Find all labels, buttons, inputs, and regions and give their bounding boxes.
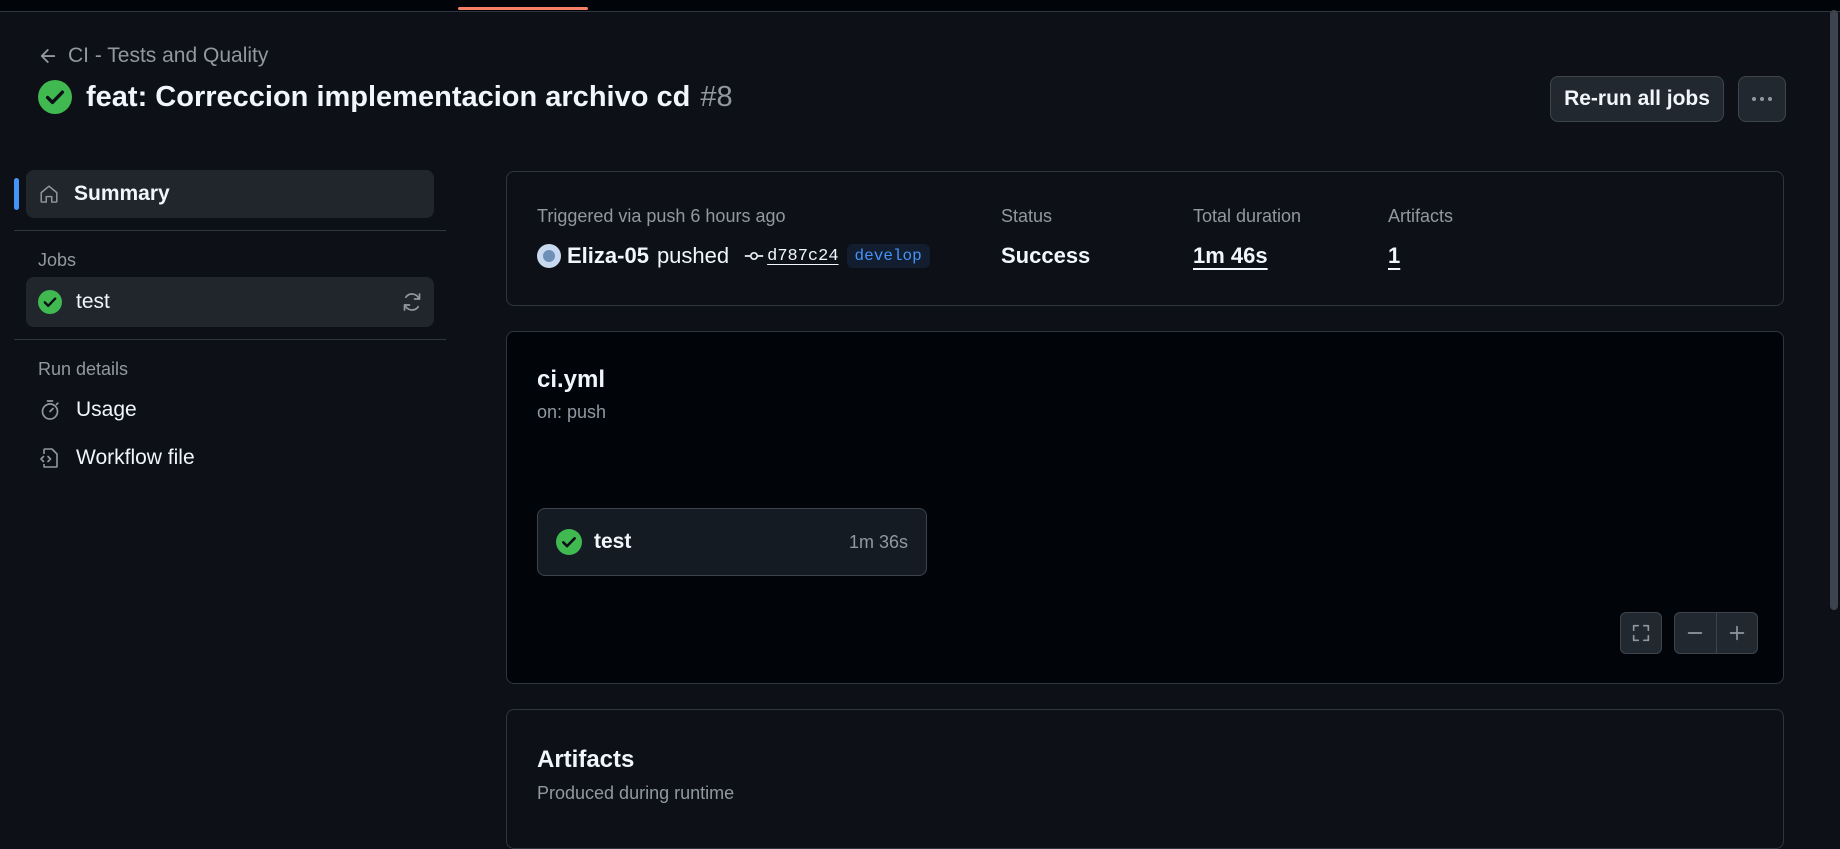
sidebar-item-label: Usage	[76, 398, 137, 421]
success-check-icon	[556, 529, 582, 555]
artifacts-subtitle: Produced during runtime	[537, 783, 735, 803]
sidebar: Summary Jobs test Run details Usage Work…	[14, 170, 446, 482]
trigger-text: Triggered via push 6 hours ago	[537, 206, 786, 226]
page-title: feat: Correccion implementacion archivo …	[86, 81, 733, 114]
duration-info: Total duration 1m 46s	[1193, 206, 1301, 269]
page-scrollbar[interactable]	[1830, 10, 1838, 610]
workflow-trigger: on: push	[537, 402, 607, 422]
actor-link[interactable]: Eliza-05	[567, 243, 649, 269]
status-value: Success	[1001, 243, 1091, 268]
home-icon	[40, 185, 58, 203]
zoom-controls	[1674, 612, 1758, 654]
back-link-label: CI - Tests and Quality	[68, 44, 269, 67]
divider	[14, 230, 446, 231]
success-check-icon	[38, 80, 72, 114]
action-text: pushed	[656, 243, 730, 268]
fullscreen-icon	[1632, 624, 1650, 642]
rerun-all-jobs-button[interactable]: Re-run all jobs	[1550, 76, 1724, 122]
workflow-file-name: ci.yml	[537, 366, 606, 393]
top-nav-bar	[0, 0, 1840, 12]
duration-link[interactable]: 1m 46s	[1193, 243, 1301, 269]
run-title-text: feat: Correccion implementacion archivo …	[86, 80, 691, 113]
sidebar-item-workflow-file[interactable]: Workflow file	[14, 434, 446, 482]
sidebar-item-usage[interactable]: Usage	[14, 386, 446, 434]
file-code-icon	[40, 448, 58, 468]
arrow-left-icon	[40, 49, 56, 63]
back-to-workflow-link[interactable]: CI - Tests and Quality	[38, 44, 268, 68]
status-info: Status Success	[1001, 206, 1090, 269]
zoom-out-button[interactable]	[1675, 613, 1717, 653]
artifacts-title: Artifacts	[537, 746, 635, 773]
artifacts-card: Artifacts Produced during runtime	[506, 709, 1784, 849]
divider	[14, 339, 446, 340]
jobs-heading: Jobs	[38, 249, 77, 270]
sidebar-item-summary[interactable]: Summary	[14, 170, 434, 218]
active-tab-underline	[458, 7, 588, 10]
job-label: test	[76, 290, 110, 313]
artifacts-label: Artifacts	[1388, 206, 1454, 226]
zoom-in-button[interactable]	[1717, 613, 1758, 653]
fullscreen-button[interactable]	[1620, 612, 1662, 654]
run-title-row: feat: Correccion implementacion archivo …	[38, 80, 733, 114]
trigger-info: Triggered via push 6 hours ago Eliza-05 …	[537, 206, 930, 269]
minus-icon	[1688, 632, 1703, 634]
workflow-graph-card: ci.yml on: push test 1m 36s	[506, 331, 1784, 684]
artifacts-count-link[interactable]: 1	[1388, 243, 1453, 269]
sidebar-item-label: Workflow file	[76, 446, 195, 469]
git-commit-icon	[744, 251, 764, 261]
run-number: #8	[700, 80, 733, 113]
kebab-horizontal-icon	[1752, 97, 1772, 101]
graph-job-node[interactable]: test 1m 36s	[537, 508, 927, 576]
success-check-icon	[38, 290, 62, 314]
sync-icon[interactable]	[400, 290, 424, 314]
trigger-details: Eliza-05 pushed d787c24 develop	[537, 243, 930, 269]
status-label: Status	[1001, 206, 1053, 226]
selected-indicator	[14, 178, 19, 210]
run-summary-card: Triggered via push 6 hours ago Eliza-05 …	[506, 171, 1784, 306]
run-details-heading: Run details	[38, 358, 129, 379]
plus-icon	[1729, 625, 1744, 641]
sidebar-item-label: Summary	[74, 182, 170, 205]
sidebar-job-test[interactable]: test	[26, 277, 434, 327]
branch-badge[interactable]: develop	[846, 244, 930, 268]
artifacts-info: Artifacts 1	[1388, 206, 1453, 269]
duration-label: Total duration	[1193, 206, 1302, 226]
stopwatch-icon	[41, 400, 59, 420]
graph-job-duration: 1m 36s	[848, 531, 908, 552]
graph-job-name: test	[594, 530, 632, 553]
more-options-button[interactable]	[1738, 76, 1786, 122]
commit-sha-link[interactable]: d787c24	[767, 247, 838, 266]
avatar[interactable]	[537, 244, 561, 268]
